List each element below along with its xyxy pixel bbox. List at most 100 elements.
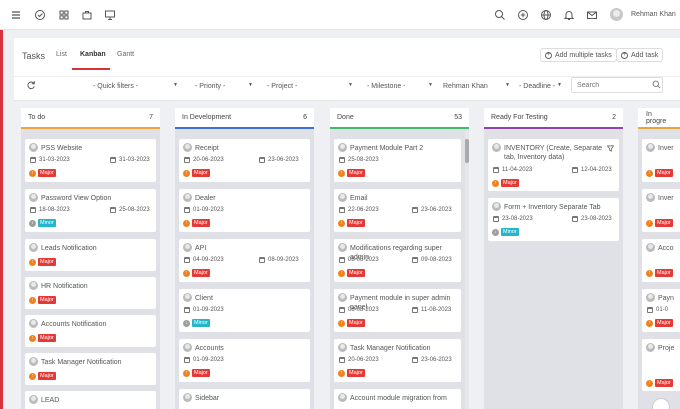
task-title[interactable]: Accounts Notification: [41, 320, 151, 329]
task-title[interactable]: Acco: [658, 244, 680, 253]
search-icon[interactable]: [652, 80, 661, 89]
milestone-select[interactable]: - Milestone -: [367, 79, 406, 93]
task-title[interactable]: Proje: [658, 344, 680, 353]
task-title[interactable]: Inver: [658, 144, 680, 153]
priority-select[interactable]: - Priority -: [195, 79, 225, 93]
start-date-text: 01-0: [656, 307, 669, 313]
task-card[interactable]: Receipt 20-06-2023 23-06-2023 ↑ Major: [179, 139, 310, 182]
task-card[interactable]: Payn 01-0 ↑ Major: [642, 289, 680, 332]
task-card[interactable]: Payment Module Part 2 25-08-2023 ↑ Major: [334, 139, 461, 182]
bell-icon[interactable]: [563, 9, 575, 21]
task-card[interactable]: Email 22-06-2023 23-06-2023 ↑ Major: [334, 189, 461, 232]
task-card[interactable]: HR Notification ↑ Major: [25, 277, 156, 309]
monitor-icon[interactable]: [104, 9, 116, 21]
add-task-button[interactable]: + Add task: [616, 48, 664, 62]
task-card[interactable]: Password View Option 18-08-2023 25-08-20…: [25, 189, 156, 232]
task-card[interactable]: PSS Website 31-03-2023 31-03-2023 ↑ Major: [25, 139, 156, 182]
task-title[interactable]: Dealer: [195, 194, 305, 203]
start-date-text: 01-09-2023: [193, 207, 224, 213]
calendar-icon: [30, 157, 36, 163]
task-title[interactable]: PSS Website: [41, 144, 151, 153]
task-card[interactable]: Inver ↑ Major: [642, 139, 680, 182]
refresh-icon[interactable]: [26, 80, 36, 90]
arrow-up-icon: ↑: [183, 369, 190, 377]
briefcase-icon[interactable]: [81, 9, 93, 21]
check-circle-icon[interactable]: [34, 9, 46, 21]
task-title[interactable]: API: [195, 244, 305, 253]
task-card[interactable]: Accounts 01-09-2023 ↑ Major: [179, 339, 310, 382]
task-card[interactable]: Account module migration from: [334, 389, 461, 409]
priority-badge: ↑ Major: [29, 372, 56, 380]
task-card[interactable]: Proje ↑ Major: [642, 339, 680, 391]
tab-list[interactable]: List: [56, 51, 67, 58]
task-title[interactable]: Email: [350, 194, 460, 203]
plus-circle-icon: +: [545, 51, 552, 59]
project-select[interactable]: - Project -: [267, 79, 297, 93]
scrollbar-thumb[interactable]: [465, 139, 469, 163]
task-card[interactable]: Form + Inventory Separate Tab 23-08-2023…: [488, 198, 619, 241]
task-title[interactable]: Client: [195, 294, 305, 303]
task-title[interactable]: HR Notification: [41, 282, 151, 291]
task-card[interactable]: INVENTORY (Create, Separate tab, Invento…: [488, 139, 619, 191]
task-title[interactable]: INVENTORY (Create, Separate tab, Invento…: [504, 144, 604, 162]
task-card[interactable]: Dealer 01-09-2023 ↑ Major: [179, 189, 310, 232]
column-count: 2: [612, 114, 616, 121]
column-scrollbar[interactable]: [465, 131, 469, 409]
avatar: [183, 293, 192, 302]
mail-icon[interactable]: [586, 9, 598, 21]
avatar: [338, 393, 347, 402]
task-title[interactable]: Accounts: [195, 344, 305, 353]
task-card[interactable]: Task Manager Notification 20-06-2023 23-…: [334, 339, 461, 382]
globe-icon[interactable]: [540, 9, 552, 21]
task-title[interactable]: Task Manager Notification: [350, 344, 460, 353]
avatar: [338, 193, 347, 202]
priority-label: Major: [38, 296, 56, 304]
start-date-text: 20-06-2023: [193, 157, 224, 163]
floating-action-button[interactable]: [652, 398, 670, 409]
user-avatar[interactable]: [610, 8, 623, 21]
task-card[interactable]: Sidebar: [179, 389, 310, 409]
quick-filters-select[interactable]: - Quick filters -: [93, 79, 138, 93]
start-date-text: 08-08-2023: [348, 307, 379, 313]
search-input[interactable]: [571, 77, 663, 93]
arrow-up-icon: ↑: [183, 169, 190, 177]
task-title[interactable]: Payment Module Part 2: [350, 144, 460, 153]
task-title[interactable]: Password View Option: [41, 194, 151, 203]
task-card[interactable]: Acco ↑ Major: [642, 239, 680, 282]
end-date: 09-08-2023: [412, 257, 452, 263]
task-card[interactable]: Client 01-09-2023 ↓ Minor: [179, 289, 310, 332]
task-title[interactable]: Inver: [658, 194, 680, 203]
task-title[interactable]: Receipt: [195, 144, 305, 153]
task-title[interactable]: Form + Inventory Separate Tab: [504, 203, 614, 212]
task-title[interactable]: Sidebar: [195, 394, 305, 403]
grid-icon[interactable]: [58, 9, 70, 21]
tab-gantt[interactable]: Gantt: [117, 51, 134, 58]
task-card[interactable]: Payment module in super admin panel 08-0…: [334, 289, 461, 332]
task-title[interactable]: LEAD: [41, 396, 151, 405]
search-icon[interactable]: [494, 9, 506, 21]
task-card[interactable]: Accounts Notification ↑ Major: [25, 315, 156, 347]
tab-kanban[interactable]: Kanban: [80, 51, 106, 58]
end-date: 23-06-2023: [412, 207, 452, 213]
task-title[interactable]: Leads Notification: [41, 244, 151, 253]
menu-icon[interactable]: [10, 9, 22, 21]
task-card[interactable]: API 04-09-2023 08-09-2023 ↑ Major: [179, 239, 310, 282]
user-name[interactable]: Rehman Khan: [631, 11, 676, 18]
start-date-text: 20-06-2023: [348, 357, 379, 363]
task-card[interactable]: Task Manager Notification ↑ Major: [25, 353, 156, 385]
deadline-select[interactable]: - Deadline -: [519, 79, 555, 93]
task-title[interactable]: Account module migration from: [350, 394, 460, 403]
task-card[interactable]: Leads Notification ↑ Major: [25, 239, 156, 271]
priority-label: Major: [655, 379, 673, 387]
assignee-select[interactable]: Rehman Khan: [443, 79, 488, 93]
filter-icon[interactable]: [607, 145, 614, 152]
priority-label: Major: [192, 219, 210, 227]
task-card[interactable]: Inver ↑ Major: [642, 189, 680, 232]
add-multiple-tasks-button[interactable]: + Add multiple tasks: [540, 48, 617, 62]
plus-circle-icon[interactable]: [517, 9, 529, 21]
task-title[interactable]: Task Manager Notification: [41, 358, 151, 367]
task-title[interactable]: Payn: [658, 294, 680, 303]
task-card[interactable]: LEAD: [25, 391, 156, 409]
task-card[interactable]: Modifications regarding super admin 08-0…: [334, 239, 461, 282]
priority-label: Minor: [38, 219, 56, 227]
